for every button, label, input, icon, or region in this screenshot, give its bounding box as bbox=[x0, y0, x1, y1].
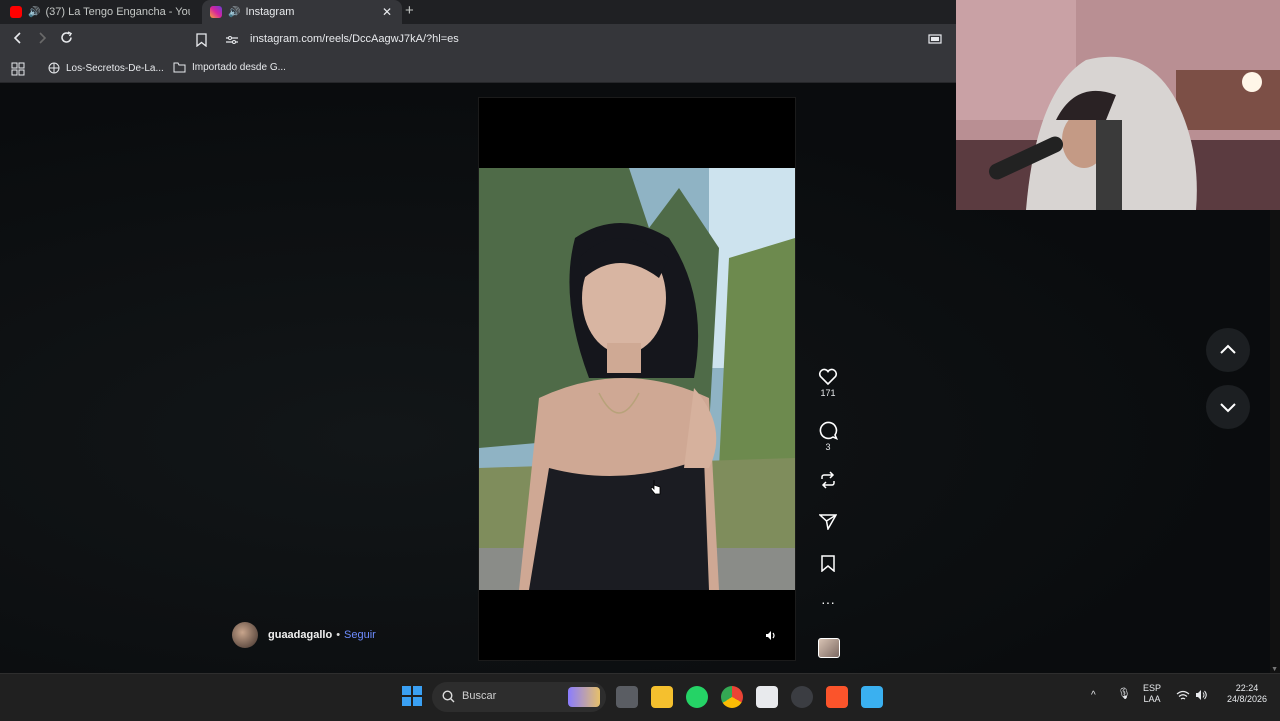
mouse-cursor-icon bbox=[650, 480, 661, 495]
repost-icon bbox=[821, 471, 835, 489]
task-view-icon[interactable] bbox=[616, 686, 638, 708]
instagram-icon bbox=[210, 6, 222, 18]
separator-dot: • bbox=[336, 629, 341, 641]
keyboard-layout: LAA bbox=[1143, 694, 1161, 704]
speaker-icon: 🔊 bbox=[28, 6, 41, 18]
forward-button[interactable] bbox=[32, 30, 52, 50]
webcam-feed bbox=[956, 0, 1280, 210]
bookmark-label: Importado desde G... bbox=[192, 62, 286, 73]
bookmark-label: Los-Secretos-De-La... bbox=[66, 62, 164, 74]
chevron-up-icon bbox=[1220, 344, 1236, 354]
webcam-overlay bbox=[956, 0, 1280, 210]
youtube-icon bbox=[10, 6, 22, 18]
whatsapp-icon[interactable] bbox=[686, 686, 708, 708]
time: 22:24 bbox=[1235, 683, 1259, 693]
file-explorer-icon[interactable] bbox=[651, 686, 673, 708]
tray-overflow-icon[interactable]: ^ bbox=[1091, 690, 1096, 701]
speaker-icon bbox=[766, 631, 775, 640]
capcut-icon[interactable] bbox=[756, 686, 778, 708]
date: 24/8/2026 bbox=[1226, 694, 1268, 704]
next-reel-button[interactable] bbox=[1206, 385, 1250, 429]
more-options-button[interactable]: ··· bbox=[812, 594, 844, 610]
tab-instagram-title: Instagram bbox=[245, 6, 295, 18]
forward-arrow-icon bbox=[39, 32, 47, 44]
chevron-down-icon bbox=[1220, 403, 1236, 413]
mute-button[interactable] bbox=[762, 630, 780, 648]
bookmark-imported-folder[interactable]: Importado desde G... bbox=[173, 62, 286, 73]
tab-youtube[interactable]: 🔊 (37) La Tengo Engancha - YouTube bbox=[10, 0, 190, 24]
back-arrow-icon bbox=[13, 32, 21, 44]
microphone-icon[interactable]: 🎙 bbox=[1117, 689, 1131, 700]
chrome-icon[interactable] bbox=[721, 686, 743, 708]
clock[interactable]: 22:24 24/8/2026 bbox=[1222, 683, 1272, 705]
steam-icon[interactable] bbox=[791, 686, 813, 708]
new-tab-button[interactable]: + bbox=[405, 2, 414, 19]
windows-icon bbox=[402, 686, 422, 706]
username[interactable]: guaadagallo bbox=[268, 629, 332, 641]
search-label: Buscar bbox=[462, 690, 497, 702]
comment-button[interactable]: 3 bbox=[812, 420, 844, 452]
taskbar: Buscar ^ 🎙 ESP LAA 22:24 24/8/2026 bbox=[0, 673, 1280, 721]
language-indicator[interactable]: ESP LAA bbox=[1143, 683, 1161, 705]
reel-player[interactable] bbox=[478, 97, 796, 661]
like-button[interactable]: 171 bbox=[812, 368, 844, 398]
back-button[interactable] bbox=[8, 30, 28, 50]
like-count: 171 bbox=[820, 388, 836, 398]
share-icon bbox=[819, 514, 837, 530]
more-icon: ··· bbox=[821, 594, 835, 610]
site-info-icon[interactable] bbox=[226, 35, 238, 45]
bookmark-los-secretos[interactable]: Los-Secretos-De-La... bbox=[48, 62, 164, 74]
search-highlight-icon bbox=[568, 687, 600, 707]
reel-video[interactable] bbox=[479, 168, 795, 590]
comment-count: 3 bbox=[825, 442, 831, 452]
close-tab-icon[interactable]: ✕ bbox=[382, 5, 392, 19]
scroll-down-arrow[interactable]: ▼ bbox=[1271, 666, 1278, 673]
globe-icon bbox=[48, 62, 60, 74]
cast-icon[interactable] bbox=[928, 34, 942, 45]
previous-reel-button[interactable] bbox=[1206, 328, 1250, 372]
repost-button[interactable] bbox=[812, 471, 844, 489]
address-bar[interactable]: instagram.com/reels/DccAagwJ7kA/?hl=es bbox=[190, 27, 950, 53]
wifi-icon[interactable] bbox=[1176, 690, 1190, 701]
tab-youtube-title: (37) La Tengo Engancha - YouTube bbox=[45, 6, 190, 18]
follow-button[interactable]: Seguir bbox=[344, 629, 376, 641]
brave-icon[interactable] bbox=[826, 686, 848, 708]
language-code: ESP bbox=[1143, 683, 1162, 693]
tab-instagram[interactable]: 🔊 Instagram ✕ bbox=[202, 0, 402, 24]
avatar[interactable] bbox=[232, 622, 258, 648]
save-button[interactable] bbox=[812, 555, 844, 572]
video-frame bbox=[479, 168, 795, 590]
heart-icon bbox=[818, 368, 838, 386]
volume-icon[interactable] bbox=[1195, 689, 1208, 701]
audio-thumbnail[interactable] bbox=[818, 638, 840, 658]
search-icon bbox=[442, 690, 455, 703]
bookmark-icon bbox=[821, 555, 835, 572]
reel-author: guaadagallo • Seguir bbox=[232, 622, 376, 648]
start-button[interactable] bbox=[402, 686, 422, 711]
apps-grid-icon[interactable] bbox=[11, 62, 25, 76]
comment-icon bbox=[819, 421, 838, 440]
reload-button[interactable] bbox=[56, 30, 76, 50]
folder-icon bbox=[173, 62, 186, 73]
url-text: instagram.com/reels/DccAagwJ7kA/?hl=es bbox=[250, 33, 459, 45]
reload-icon bbox=[60, 31, 72, 43]
taskbar-search[interactable]: Buscar bbox=[432, 682, 606, 712]
share-button[interactable] bbox=[812, 513, 844, 530]
bookmark-page-icon[interactable] bbox=[196, 33, 207, 47]
app-icon[interactable] bbox=[861, 686, 883, 708]
speaker-icon: 🔊 bbox=[228, 6, 241, 18]
